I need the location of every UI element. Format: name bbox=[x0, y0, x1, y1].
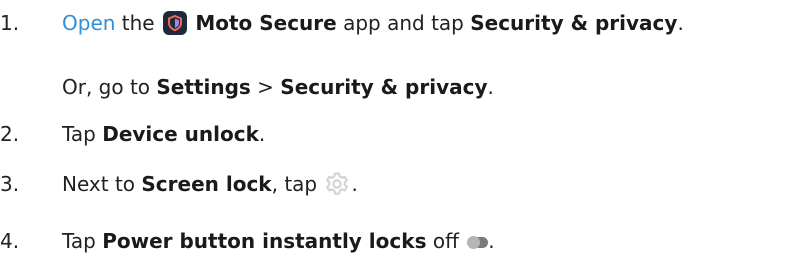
text-segment: Tap bbox=[62, 229, 103, 253]
step-number: 2. bbox=[0, 122, 20, 146]
step-number: 3. bbox=[0, 172, 20, 196]
text-segment: Or, go to bbox=[62, 75, 157, 99]
setting-power-button-instantly-locks: Power button instantly locks bbox=[102, 229, 427, 253]
moto-secure-shield-icon bbox=[162, 11, 187, 35]
step-number: 4. bbox=[0, 229, 20, 253]
instruction-steps: 1. Open the Moto Secure app and tap Secu… bbox=[0, 0, 808, 272]
step-number: 1. bbox=[0, 11, 20, 35]
menu-screen-lock: Screen lock bbox=[141, 172, 272, 196]
app-name: Moto Secure bbox=[195, 11, 337, 35]
text-segment: app and tap bbox=[336, 11, 471, 35]
text-segment: , tap bbox=[271, 172, 324, 196]
step-text: Next to Screen lock, tap . bbox=[62, 171, 358, 203]
toggle-knob bbox=[467, 236, 481, 249]
text-segment: . bbox=[677, 11, 684, 35]
text-segment: the bbox=[115, 11, 161, 35]
step-text: Tap Power button instantly locks off . bbox=[62, 228, 495, 254]
text-segment: . bbox=[351, 172, 358, 196]
open-link[interactable]: Open bbox=[62, 11, 115, 35]
step-text: Tap Device unlock. bbox=[62, 121, 265, 147]
step-1-alternative: Or, go to Settings > Security & privacy. bbox=[62, 74, 494, 100]
menu-device-unlock: Device unlock bbox=[102, 122, 259, 146]
text-segment: . bbox=[258, 122, 266, 146]
toggle-off-icon bbox=[467, 236, 489, 249]
text-segment: off bbox=[426, 229, 466, 253]
gear-icon bbox=[324, 171, 350, 203]
text-segment: . bbox=[487, 75, 494, 99]
text-segment: Tap bbox=[62, 122, 103, 146]
step-text: Open the Moto Secure app and tap Securit… bbox=[62, 10, 684, 36]
text-segment: . bbox=[488, 229, 495, 253]
menu-settings: Settings bbox=[156, 75, 251, 99]
menu-security-privacy: Security & privacy bbox=[280, 75, 488, 99]
text-segment: Next to bbox=[62, 172, 142, 196]
menu-security-privacy: Security & privacy bbox=[470, 11, 678, 35]
text-segment: > bbox=[250, 75, 281, 99]
